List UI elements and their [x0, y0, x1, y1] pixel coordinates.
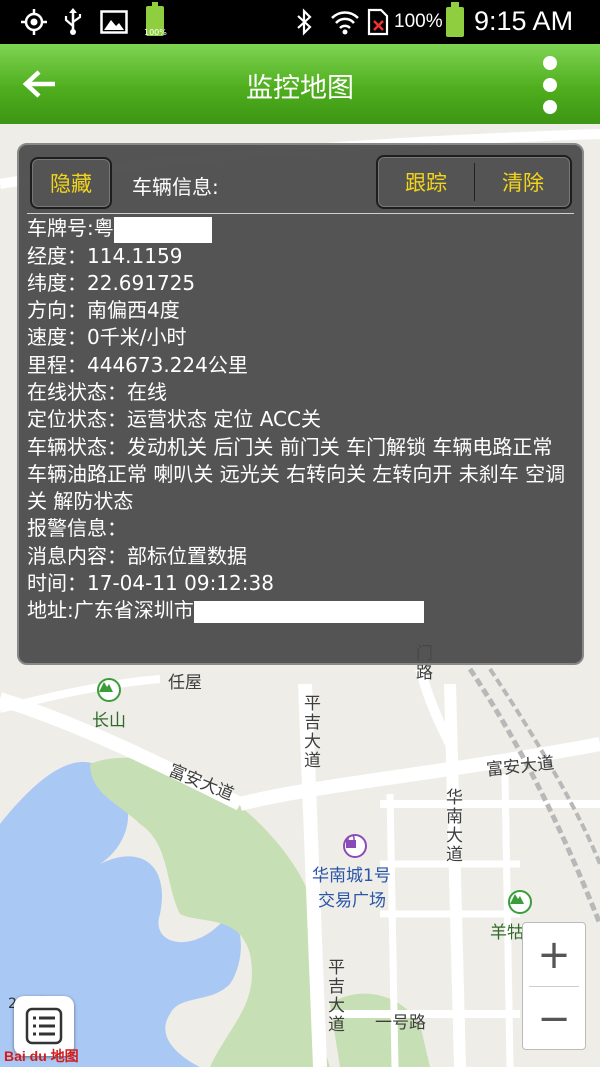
baidu-map-logo: Bai du 地图: [4, 1048, 79, 1064]
shopping-poi-icon: [343, 834, 367, 858]
vehicle-info-title: 车辆信息:: [132, 175, 219, 199]
mountain-poi-icon: [508, 890, 532, 914]
status-bar: 100% 100% 9:15 AM: [0, 0, 600, 44]
bluetooth-icon: [294, 8, 314, 36]
battery-full-icon: 100%: [144, 2, 167, 37]
page-title: 监控地图: [246, 73, 354, 104]
redacted-address: [193, 600, 424, 623]
menu-dot-icon: [543, 56, 557, 70]
map-label-pingji-road: 平吉大道: [300, 694, 320, 770]
mountain-poi-icon: [97, 678, 121, 702]
vehicle-status-row: 车辆状态：发动机关 后门关 前门关 车门解锁 车辆电路正常 车辆油路正常 喇叭关…: [27, 434, 566, 514]
zoom-out-button[interactable]: −: [523, 987, 585, 1050]
mileage-row: 里程：444673.224公里: [27, 352, 248, 377]
longitude-row: 经度：114.1159: [27, 243, 183, 268]
railway: [467, 667, 600, 925]
hide-button[interactable]: 隐藏: [30, 157, 112, 209]
time-row: 时间：17-04-11 09:12:38: [27, 571, 274, 596]
map-label-yihao-road: 一号路: [375, 1013, 426, 1033]
speed-row: 速度：0千米/小时: [27, 325, 187, 350]
action-bar: 监控地图: [0, 44, 600, 124]
latitude-row: 纬度：22.691725: [27, 270, 196, 295]
location-status-row: 定位状态：运营状态 定位 ACC关: [27, 407, 321, 432]
address-row: 地址:广东省深圳市: [27, 597, 572, 624]
track-button[interactable]: 跟踪: [378, 157, 474, 207]
image-icon: [100, 8, 128, 36]
overflow-menu-button[interactable]: [536, 56, 566, 116]
vehicle-info-list: 车牌号:粤 经度：114.1159 纬度：22.691725 方向：南偏西4度 …: [27, 215, 572, 625]
map-label-huanan-road: 华南大道: [442, 788, 462, 864]
no-sim-icon: [366, 8, 390, 36]
battery-percent: 100%: [394, 11, 443, 32]
map-label-trade-plaza: 交易广场: [318, 891, 386, 911]
gps-icon: [20, 8, 48, 36]
plate-text: 车牌号:粤: [27, 216, 114, 240]
vehicle-info-panel: 隐藏 车辆信息: 跟踪 清除 车牌号:粤 经度：114.1159 纬度：22.6…: [17, 143, 584, 665]
road: [0, 675, 161, 713]
list-icon: [25, 1007, 63, 1045]
menu-dot-icon: [543, 100, 557, 114]
address-text: 地址:广东省深圳市: [27, 598, 194, 623]
message-row: 消息内容：部标位置数据: [27, 543, 247, 568]
wifi-icon: [330, 8, 360, 36]
online-status-row: 在线状态：在线: [27, 379, 167, 404]
clock: 9:15 AM: [474, 6, 574, 36]
usb-icon: [62, 8, 84, 36]
zoom-controls: + −: [522, 922, 586, 1050]
map-label-changshan: 长山: [92, 711, 126, 731]
zoom-in-button[interactable]: +: [523, 923, 585, 986]
map-label-renwu: 任屋: [168, 673, 202, 693]
alarm-row: 报警信息：: [27, 516, 127, 541]
redacted-plate: [113, 216, 212, 243]
battery-icon: [446, 2, 464, 37]
map-label-pingji-road-south: 平吉大道: [324, 958, 344, 1034]
panel-divider: [27, 213, 574, 214]
direction-row: 方向：南偏西4度: [27, 298, 180, 323]
action-button-group: 跟踪 清除: [376, 155, 572, 209]
plate-row: 车牌号:粤: [27, 215, 572, 243]
menu-dot-icon: [543, 78, 557, 92]
map-label-huanan-city: 华南城1号: [312, 866, 391, 886]
clear-button[interactable]: 清除: [475, 157, 571, 207]
